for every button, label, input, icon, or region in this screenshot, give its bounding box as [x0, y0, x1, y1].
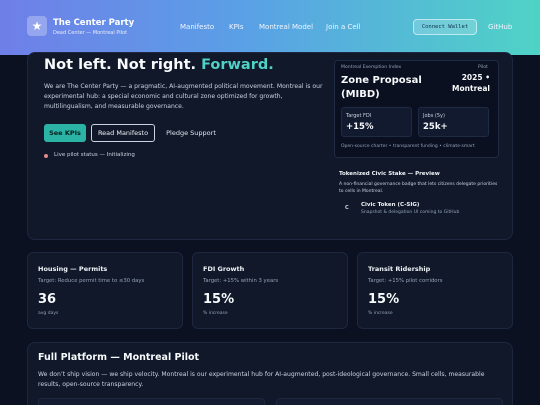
kpi-title: Transit Ridership [368, 265, 431, 273]
platform-subcard [38, 398, 265, 405]
kpi-unit: avg days [38, 311, 59, 316]
civic-token-name: Civic Token (C-SIG) [361, 202, 420, 208]
brand-title[interactable]: The Center Party [53, 18, 134, 28]
status-dot-icon [44, 154, 48, 158]
hero-description: We are The Center Party — a pragmatic, A… [44, 83, 323, 110]
kpi-title: FDI Growth [203, 265, 245, 273]
kpi-value: 15% [368, 292, 400, 307]
platform-description: We don’t ship vision — we ship velocity.… [38, 371, 485, 388]
proposal-year-city: 2025 • Montreal [452, 73, 490, 93]
platform-title: Full Platform — Montreal Pilot [38, 352, 200, 363]
kpi-target: Target: +15% within 3 years [203, 278, 279, 284]
platform-subcard [276, 398, 503, 405]
kpi-value: 36 [38, 292, 57, 307]
kpi-value: 15% [203, 292, 235, 307]
headline-main: Not left. Not right. [44, 57, 197, 73]
kpi-card-transit [357, 252, 513, 329]
stat-value-jobs: 25k+ [423, 122, 448, 132]
nav-link-montreal-model[interactable]: Montreal Model [259, 23, 313, 31]
nav-link-manifesto[interactable]: Manifesto [180, 23, 214, 31]
star-icon[interactable]: ★ [27, 16, 47, 36]
stat-value-target-fdi: +15% [346, 122, 374, 132]
civic-token-icon: C [345, 205, 349, 211]
nav-link-join-cell[interactable]: Join a Cell [326, 23, 361, 31]
hero-headline: Not left. Not right. Forward. [44, 57, 274, 73]
top-navigation-bar: ★ The Center Party Dead Center — Montrea… [0, 0, 540, 55]
kpi-card-fdi [192, 252, 348, 329]
see-kpis-button[interactable]: See KPIs [44, 124, 86, 142]
pilot-status-text: Live pilot status — Initializing [54, 152, 135, 158]
read-manifesto-button[interactable]: Read Manifesto [91, 124, 155, 142]
pledge-support-button[interactable]: Pledge Support [160, 124, 222, 142]
civic-stake-title: Tokenized Civic Stake — Preview [339, 171, 440, 177]
kpi-card-housing [27, 252, 183, 329]
civic-token-subtitle: Snapshot & delegation UI coming to GitHu… [361, 210, 460, 215]
kpi-unit: % increase [203, 311, 228, 316]
kpi-target: Target: Reduce permit time to ≤30 days [38, 278, 145, 284]
civic-stake-description: A non-financial governance badge that le… [339, 182, 498, 194]
stat-label-target-fdi: Target FDI [346, 113, 372, 119]
kpi-target: Target: +15% pilot corridors [368, 278, 443, 284]
kpi-unit: % increase [368, 311, 393, 316]
nav-link-kpis[interactable]: KPIs [229, 23, 244, 31]
stat-label-jobs: Jobs (5y) [423, 113, 445, 119]
connect-wallet-button[interactable]: Connect Wallet [413, 19, 477, 35]
proposal-footer: Open-source charter • transparent fundin… [341, 144, 475, 149]
headline-accent: Forward. [201, 57, 274, 73]
proposal-kicker: Montreal Exemption Index [341, 65, 402, 70]
proposal-title: Zone Proposal (MIBD) [341, 75, 422, 100]
kpi-title: Housing — Permits [38, 265, 108, 273]
proposal-pilot-label: Pilot [478, 65, 488, 70]
nav-link-github[interactable]: GitHub [488, 23, 512, 31]
brand-subtitle: Dead Center — Montreal Pilot [53, 30, 128, 36]
